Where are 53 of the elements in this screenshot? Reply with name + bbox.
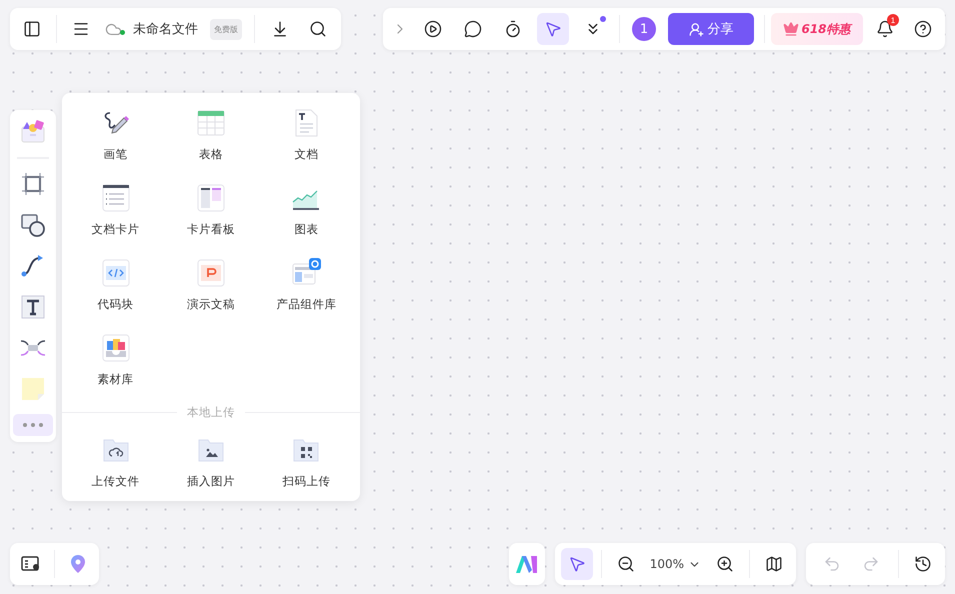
insert-item[interactable]: 画笔 xyxy=(68,107,164,162)
code-icon xyxy=(100,257,132,289)
insert-item[interactable]: 卡片看板 xyxy=(163,182,259,237)
sticky-note-icon xyxy=(19,375,47,403)
undo-icon xyxy=(823,555,841,573)
share-button[interactable]: 分享 xyxy=(668,13,754,45)
cursor-icon xyxy=(544,20,562,38)
more-icon xyxy=(22,422,44,428)
frame-icon xyxy=(19,170,47,198)
asset-library-icon xyxy=(100,332,132,364)
search-icon xyxy=(309,20,327,38)
play-icon xyxy=(424,20,442,38)
zoom-out-icon xyxy=(616,555,635,573)
shape-icon xyxy=(19,211,47,239)
menu-icon xyxy=(72,20,90,38)
upload-item[interactable]: 上传文件 xyxy=(68,434,164,489)
insert-item[interactable]: 文档卡片 xyxy=(68,182,164,237)
download-icon xyxy=(271,20,289,38)
notifications-button[interactable]: 1 xyxy=(869,13,901,45)
collaborator-avatar[interactable]: 1 xyxy=(632,17,656,41)
kanban-icon xyxy=(194,182,227,214)
slides-icon xyxy=(194,257,227,289)
crown-icon xyxy=(783,21,800,37)
upload-item[interactable]: 扫码上传 xyxy=(258,434,354,489)
pointer-button[interactable] xyxy=(560,548,593,580)
timer-icon xyxy=(504,20,522,38)
file-title[interactable]: 未命名文件 xyxy=(133,20,198,38)
notification-count: 1 xyxy=(887,14,899,26)
section-title: 本地上传 xyxy=(187,405,235,420)
card-pin-icon xyxy=(21,555,42,573)
upload-item[interactable]: 插入图片 xyxy=(163,434,259,489)
text-icon xyxy=(19,293,47,321)
zoom-level-dropdown[interactable]: 100% xyxy=(646,557,705,571)
zoom-in-icon xyxy=(716,555,734,573)
history-icon xyxy=(914,555,932,573)
insert-item[interactable]: 图表 xyxy=(258,182,354,237)
comment-icon xyxy=(464,20,482,38)
map-icon xyxy=(765,555,783,573)
redo-icon xyxy=(862,555,880,573)
insert-item[interactable]: 代码块 xyxy=(68,257,164,312)
doc-card-icon xyxy=(100,182,132,214)
insert-item[interactable]: 文档 xyxy=(258,107,354,162)
insert-item[interactable]: 演示文稿 xyxy=(163,257,259,312)
cursor-icon xyxy=(568,555,586,573)
insert-item[interactable]: 表格 xyxy=(163,107,259,162)
insert-item[interactable]: 产品组件库 xyxy=(258,257,354,312)
sidebar-icon xyxy=(23,20,41,38)
help-icon xyxy=(914,20,932,38)
plan-tag: 免费版 xyxy=(210,18,242,40)
pin-icon xyxy=(68,554,87,574)
insert-item[interactable]: 素材库 xyxy=(68,332,164,387)
logo-icon xyxy=(514,554,539,574)
user-add-icon xyxy=(688,22,704,36)
